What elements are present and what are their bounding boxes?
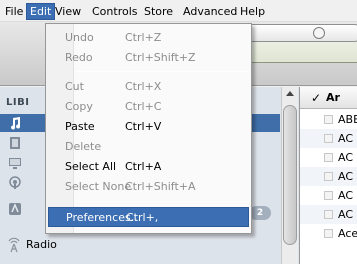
menu-item-label: Paste — [65, 120, 95, 133]
row-text: AC — [338, 189, 354, 202]
menu-item-preferences[interactable]: Preferences... Ctrl+, — [48, 207, 249, 227]
menu-store[interactable]: Store — [141, 3, 176, 20]
table-row[interactable]: AC — [300, 167, 357, 186]
movies-icon — [10, 137, 20, 149]
music-icon — [11, 117, 21, 130]
artist-column-header[interactable]: Ar — [326, 91, 340, 104]
menu-item-label: Copy — [65, 100, 93, 113]
search-icon[interactable] — [313, 27, 325, 39]
menu-edit[interactable]: Edit — [26, 3, 56, 20]
radio-icon — [8, 237, 20, 253]
row-checkbox[interactable] — [324, 115, 333, 124]
table-row[interactable]: AC — [300, 129, 357, 148]
song-list: ✓ Ar ABE AC AC AC AC AC Ace — [299, 87, 357, 264]
scrollbar-thumb[interactable] — [283, 105, 297, 245]
applications-icon — [9, 203, 21, 215]
menu-help[interactable]: Help — [237, 3, 268, 20]
row-text: AC — [338, 208, 354, 221]
podcasts-icon — [9, 176, 21, 189]
menu-item-select-none[interactable]: Select None Ctrl+Shift+A — [48, 177, 249, 197]
table-row[interactable]: AC — [300, 148, 357, 167]
menu-item-shortcut: Ctrl+Shift+A — [125, 180, 196, 193]
sidebar-scrollbar[interactable] — [281, 87, 298, 264]
song-list-header: ✓ Ar — [300, 87, 357, 109]
row-text: AC — [338, 151, 354, 164]
menu-item-cut[interactable]: Cut Ctrl+X — [48, 77, 249, 97]
menu-file[interactable]: File — [2, 3, 26, 20]
check-column-header[interactable]: ✓ — [311, 91, 321, 105]
menu-controls[interactable]: Controls — [89, 3, 141, 20]
menu-view[interactable]: View — [52, 3, 84, 20]
row-checkbox[interactable] — [324, 153, 333, 162]
menu-item-paste[interactable]: Paste Ctrl+V — [48, 117, 249, 137]
search-field[interactable] — [243, 24, 357, 42]
menu-item-redo[interactable]: Redo Ctrl+Shift+Z — [48, 48, 249, 68]
menu-item-shortcut: Ctrl+Z — [125, 31, 162, 44]
row-text: AC — [338, 132, 354, 145]
menu-item-label: Cut — [65, 80, 84, 93]
menu-item-shortcut: Ctrl+C — [125, 100, 162, 113]
library-header: LIBI — [6, 97, 30, 108]
row-text: AC — [338, 170, 354, 183]
row-checkbox[interactable] — [324, 229, 333, 238]
scroll-up-arrow-icon[interactable] — [286, 91, 294, 96]
menu-item-delete[interactable]: Delete — [48, 137, 249, 157]
menu-item-shortcut: Ctrl+X — [125, 80, 162, 93]
menu-item-select-all[interactable]: Select All Ctrl+A — [48, 157, 249, 177]
row-checkbox[interactable] — [324, 210, 333, 219]
menu-item-label: Redo — [65, 51, 93, 64]
menu-item-shortcut: Ctrl+, — [126, 211, 159, 224]
table-row[interactable]: AC — [300, 205, 357, 224]
tv-shows-icon — [9, 158, 21, 169]
menu-separator — [76, 71, 248, 72]
menu-item-shortcut: Ctrl+Shift+Z — [125, 51, 196, 64]
menu-item-label: Undo — [65, 31, 94, 44]
row-text: ABE — [338, 113, 357, 126]
table-row[interactable]: ABE — [300, 110, 357, 129]
edit-menu-dropdown: Undo Ctrl+Z Redo Ctrl+Shift+Z Cut Ctrl+X… — [45, 23, 252, 234]
table-row[interactable]: AC — [300, 186, 357, 205]
menu-item-label: Select All — [65, 160, 117, 173]
menu-separator — [76, 201, 248, 202]
row-checkbox[interactable] — [324, 172, 333, 181]
menu-advanced[interactable]: Advanced — [180, 3, 240, 20]
menu-item-copy[interactable]: Copy Ctrl+C — [48, 97, 249, 117]
sidebar-item-label: Radio — [26, 238, 57, 251]
row-checkbox[interactable] — [324, 134, 333, 143]
row-checkbox[interactable] — [324, 191, 333, 200]
menu-item-shortcut: Ctrl+V — [125, 120, 162, 133]
applications-count-badge: 2 — [249, 206, 271, 220]
menu-item-label: Delete — [65, 140, 102, 153]
menu-item-shortcut: Ctrl+A — [125, 160, 162, 173]
table-row[interactable]: Ace — [300, 224, 357, 243]
menu-item-undo[interactable]: Undo Ctrl+Z — [48, 28, 249, 48]
menu-item-label: Select None — [65, 180, 132, 193]
row-text: Ace — [338, 227, 357, 240]
menu-bar: File Edit View Controls Store Advanced H… — [0, 0, 357, 22]
